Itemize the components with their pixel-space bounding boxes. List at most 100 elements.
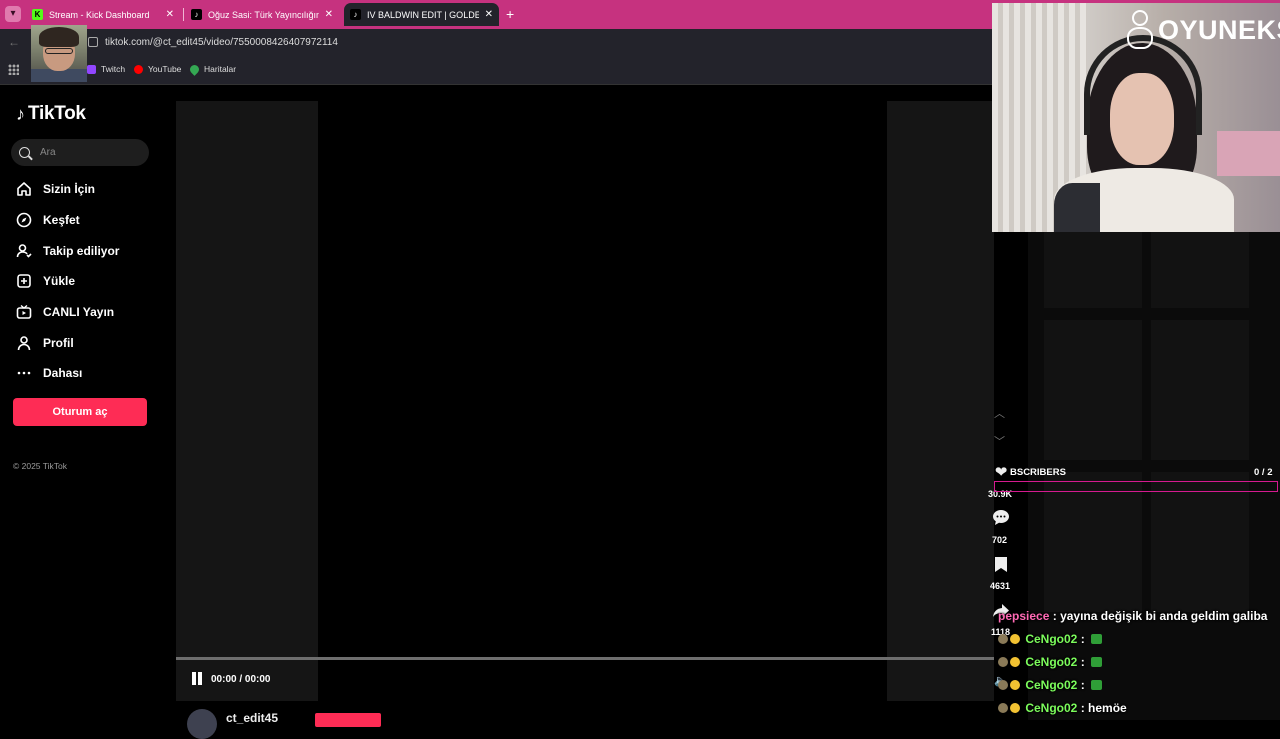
- tiktok-note-icon: ♪: [16, 103, 25, 124]
- close-tab-icon[interactable]: ✕: [485, 9, 493, 20]
- tiktok-favicon-icon: ♪: [350, 9, 361, 20]
- overlay-grid-cell: [1151, 472, 1249, 612]
- nav-for-you[interactable]: Sizin İçin: [16, 177, 95, 201]
- nav-upload[interactable]: Yükle: [16, 269, 75, 293]
- new-tab-button[interactable]: +: [506, 6, 514, 22]
- nav-label: CANLI Yayın: [43, 305, 115, 319]
- nav-profile[interactable]: Profil: [16, 331, 74, 355]
- login-button[interactable]: Oturum aç: [13, 398, 147, 426]
- nav-label: Dahası: [43, 366, 83, 380]
- home-icon: [16, 181, 32, 197]
- tab-tiktok-baldwin[interactable]: ♪ IV BALDWIN EDIT | GOLDEN BI ✕: [344, 3, 499, 26]
- close-tab-icon[interactable]: ✕: [325, 9, 333, 20]
- apps-grid-icon[interactable]: [8, 64, 19, 75]
- overlay-grid-cell: [1044, 232, 1142, 308]
- search-icon: [19, 147, 30, 158]
- gift-badge-icon: [1010, 680, 1020, 690]
- tab-title: Oğuz Sasi: Türk Yayıncılığının G: [208, 9, 319, 20]
- gift-badge-icon: [1010, 634, 1020, 644]
- comment-count: 702: [992, 535, 1008, 545]
- nav-live[interactable]: CANLI Yayın: [16, 300, 114, 324]
- search-box[interactable]: [11, 139, 149, 166]
- maps-icon: [188, 62, 201, 76]
- subscribers-goal-label: BSCRIBERS: [1010, 467, 1066, 478]
- live-icon: [16, 304, 32, 320]
- bookmark-label: Haritalar: [204, 64, 237, 74]
- gift-badge-icon: [1010, 703, 1020, 713]
- tiktok-wordmark: TikTok: [28, 103, 86, 124]
- next-video-chevron-down-icon[interactable]: ﹀: [994, 433, 1005, 449]
- compass-icon: [16, 212, 32, 228]
- author-name[interactable]: ct_edit45: [226, 711, 278, 725]
- sub-badge-icon: [998, 703, 1008, 713]
- nav-label: Keşfet: [43, 213, 80, 227]
- tiktok-favicon-icon: ♪: [191, 9, 202, 20]
- chat-username: CeNgo02: [1025, 655, 1078, 669]
- bookmark-label: Twitch: [101, 64, 126, 74]
- more-icon: [16, 365, 32, 381]
- nav-explore[interactable]: Keşfet: [16, 208, 80, 232]
- kick-icon: K: [32, 9, 43, 20]
- author-avatar[interactable]: [187, 709, 217, 739]
- subscribers-goal-count: 0 / 2: [1254, 467, 1273, 478]
- url-field[interactable]: tiktok.com/@ct_edit45/video/755000842640…: [105, 37, 338, 48]
- bookmark-maps[interactable]: Haritalar: [188, 62, 237, 76]
- profile-icon: [16, 335, 32, 351]
- overlay-grid-cell: [1044, 320, 1142, 460]
- youtube-icon: [134, 64, 143, 74]
- bookmark-icon[interactable]: [991, 555, 1011, 573]
- save-count: 4631: [990, 581, 1011, 591]
- chat-message: CeNgo02 :: [998, 655, 1103, 669]
- previous-video-chevron-up-icon[interactable]: ︿: [994, 405, 1005, 421]
- copyright-text: © 2025 TikTok: [13, 461, 67, 471]
- nav-label: Sizin İçin: [43, 182, 96, 196]
- overlay-grid-cell: [1151, 232, 1249, 308]
- bookmark-twitch[interactable]: Twitch: [87, 64, 125, 74]
- video-player[interactable]: [318, 101, 887, 701]
- chat-username: pepsiece: [998, 609, 1050, 623]
- brand-wordmark: OYUNEKS: [1158, 14, 1280, 45]
- video-time: 00:00 / 00:00: [211, 674, 271, 685]
- chat-username: CeNgo02: [1025, 632, 1078, 646]
- chat-text: hemöe: [1088, 701, 1127, 715]
- close-tab-icon[interactable]: ✕: [166, 9, 174, 20]
- emote-icon: [1091, 634, 1103, 644]
- overlay-grid-cell: [1151, 320, 1249, 460]
- follow-button[interactable]: [315, 713, 381, 727]
- chat-username: CeNgo02: [1025, 701, 1078, 715]
- chat-message: CeNgo02 :: [998, 632, 1103, 646]
- sub-badge-icon: [998, 657, 1008, 667]
- twitch-icon: [87, 64, 96, 74]
- nav-following[interactable]: Takip ediliyor: [16, 239, 119, 263]
- pause-icon[interactable]: [191, 672, 203, 685]
- comment-icon[interactable]: [991, 508, 1011, 526]
- video-progress-bar[interactable]: [176, 657, 994, 660]
- bookmark-youtube[interactable]: YouTube: [134, 64, 181, 74]
- tiktok-logo[interactable]: ♪ TikTok: [16, 103, 86, 125]
- nav-label: Takip ediliyor: [43, 244, 120, 258]
- chat-username: CeNgo02: [1025, 678, 1078, 692]
- site-info-icon[interactable]: [88, 37, 98, 47]
- like-heart-icon[interactable]: ❤: [991, 463, 1011, 481]
- tab-kick-dashboard[interactable]: K Stream - Kick Dashboard ✕: [26, 3, 180, 26]
- nav-label: Yükle: [43, 274, 76, 288]
- nav-label: Profil: [43, 336, 74, 350]
- tab-search-chevron-icon[interactable]: ▾: [5, 6, 21, 22]
- mascot-icon: [1125, 10, 1155, 50]
- overlay-grid-cell: [1044, 472, 1142, 612]
- following-icon: [16, 243, 32, 259]
- nav-more[interactable]: Dahası: [16, 361, 82, 385]
- chat-message: CeNgo02 :: [998, 678, 1103, 692]
- upload-icon: [16, 273, 32, 289]
- back-arrow-icon[interactable]: ←: [8, 35, 20, 49]
- sub-badge-icon: [998, 634, 1008, 644]
- tab-divider: [183, 8, 184, 21]
- brand-logo: OYUNEKS: [1125, 10, 1280, 50]
- emote-icon: [1091, 680, 1103, 690]
- tab-title: Stream - Kick Dashboard: [49, 9, 150, 20]
- search-input[interactable]: [38, 146, 138, 159]
- chat-message: CeNgo02 : hemöe: [998, 701, 1127, 715]
- tab-tiktok-oguz[interactable]: ♪ Oğuz Sasi: Türk Yayıncılığının G ✕: [185, 3, 339, 26]
- sub-badge-icon: [998, 680, 1008, 690]
- gift-badge-icon: [1010, 657, 1020, 667]
